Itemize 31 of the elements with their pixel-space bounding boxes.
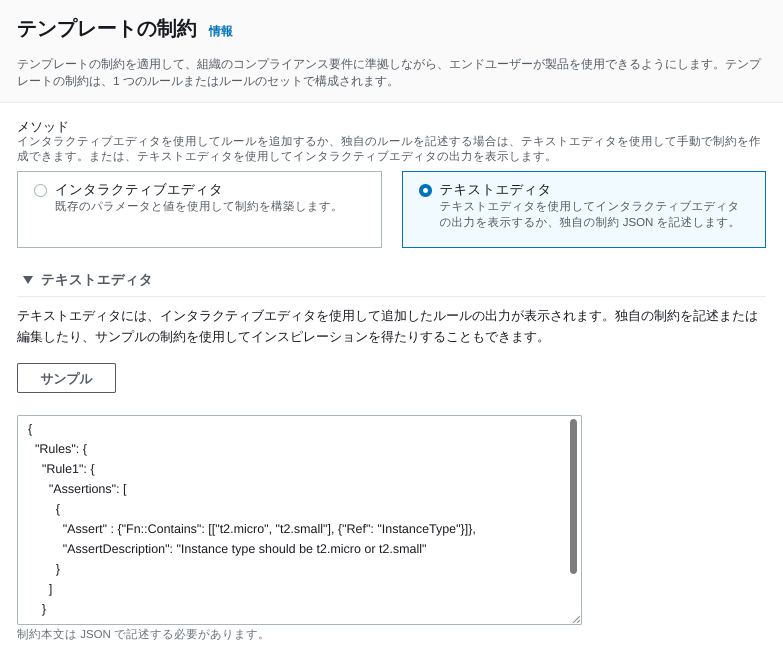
resize-handle-icon[interactable] [572, 615, 580, 624]
radio-button[interactable] [418, 184, 432, 197]
code-line: "Assertions": [ [48, 481, 126, 498]
option-description: 既存のパラメータと値を使用して制約を構築します。 [55, 200, 343, 215]
page-title: テンプレートの制約 [17, 16, 197, 42]
section-header[interactable]: テキストエディタ [17, 270, 766, 298]
option-title: インタラクティブエディタ [55, 181, 224, 199]
header-description: テンプレートの制約を適用して、組織のコンプライアンス要件に準拠しながら、エンドユーザーが製品を使用できるようにします。テンプレートの制約は、1 つのルールまたはルールのセットで構成されます。 [17, 56, 762, 90]
code-line: ] [48, 581, 52, 598]
method-option-card[interactable]: インタラクティブエディタ 既存のパラメータと値を使用して制約を構築します。 [17, 171, 382, 248]
method-description: インタラクティブエディタを使用してルールを追加するか、独自のルールを記述する場合は、テキストエディタを使用して手動で制約を作成できます。または、テキストエディタを使用してインタラクティブエディタの出力を表示します。 [17, 135, 762, 165]
scrollbar-thumb[interactable] [570, 419, 577, 574]
code-line: "AssertDescription": "Instance type should be t2.micro or t2.small" [62, 541, 426, 558]
code-line: } [40, 601, 46, 618]
radio-button[interactable] [34, 184, 47, 197]
editor-description: テキストエディタには、インタラクティブエディタを使用して追加したルールの出力が表示されます。独自の制約を記述または編集したり、サンプルの制約を使用してインスピレーションを得たりすることもできます。 [17, 307, 759, 346]
code-line: { [28, 421, 32, 438]
sample-button[interactable]: サンプル [17, 363, 116, 394]
method-option-card[interactable]: テキストエディタ テキストエディタを使用してインタラクティブエディタの出力を表示するか、独自の制約 JSON を記述します。 [402, 171, 766, 248]
method-label: メソッド [17, 119, 70, 135]
code-line: "Rules": { [34, 441, 87, 458]
constraint-hint: 制約本文は JSON で記述する必要があります。 [17, 628, 272, 644]
code-line: } [54, 561, 60, 578]
option-title: テキストエディタ [440, 181, 552, 199]
code-line: "Rule1": { [40, 461, 95, 478]
code-line: "Assert" : {"Fn::Contains": [["t2.micro", "t2.small"], {"Ref": "InstanceType"}]}, [62, 521, 476, 538]
option-description: テキストエディタを使用してインタラクティブエディタの出力を表示するか、独自の制約 JSON を記述します。 [440, 200, 742, 231]
info-link[interactable]: 情報 [209, 22, 233, 40]
section-title: テキストエディタ [41, 271, 153, 289]
code-line: { [54, 501, 60, 518]
code-editor[interactable]: { "Rules": { "Rule1": { "Assertions": [ { "Assert" : {"Fn::Contains": [["t2.micro", "t2.small"], {"Ref": "InstanceType"}]}, "AssertDescription": "Instance type should be t2.micro or t2.small" } ] } [17, 415, 582, 626]
